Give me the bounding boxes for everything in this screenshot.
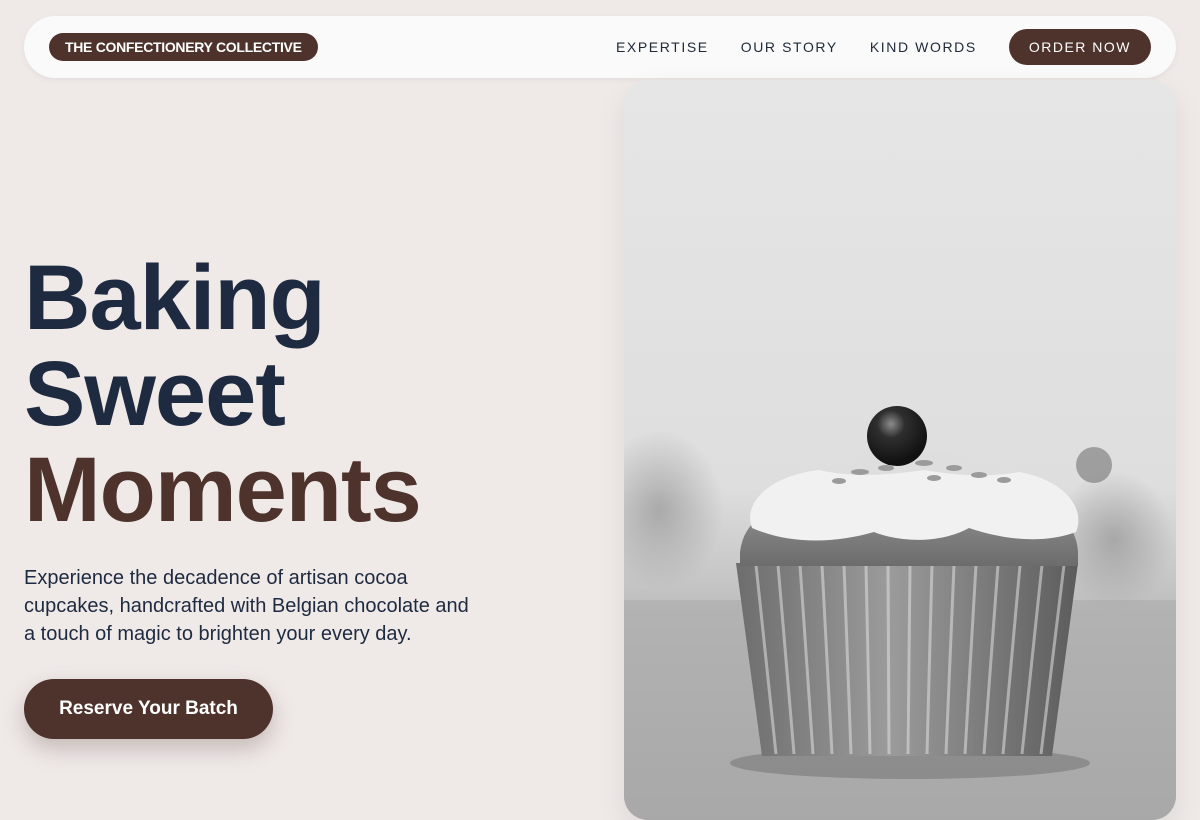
chocolate-ball-topping bbox=[867, 406, 927, 466]
nav-link-kind-words[interactable]: KIND WORDS bbox=[870, 39, 977, 55]
nav-link-our-story[interactable]: OUR STORY bbox=[741, 39, 838, 55]
order-now-button[interactable]: ORDER NOW bbox=[1008, 29, 1151, 65]
nav-links: EXPERTISE OUR STORY KIND WORDS ORDER NOW bbox=[616, 29, 1151, 65]
hero-title: Baking Sweet Moments bbox=[24, 247, 422, 541]
brand-logo[interactable]: THE CONFECTIONERY COLLECTIVE bbox=[49, 33, 318, 61]
hero-title-line-1: Baking bbox=[24, 247, 326, 349]
blurred-cupcake-left bbox=[624, 430, 724, 590]
reserve-batch-button[interactable]: Reserve Your Batch bbox=[24, 679, 273, 739]
top-nav: THE CONFECTIONERY COLLECTIVE EXPERTISE O… bbox=[24, 16, 1176, 78]
cupcake-illustration bbox=[624, 406, 1176, 820]
hero-description: Experience the decadence of artisan coco… bbox=[24, 567, 469, 645]
blurred-topping bbox=[1076, 447, 1112, 483]
cupcake-photo bbox=[624, 80, 1176, 820]
hero-title-line-2: Sweet bbox=[24, 343, 286, 445]
nav-link-expertise[interactable]: EXPERTISE bbox=[616, 39, 709, 55]
hero-title-line-3: Moments bbox=[24, 439, 422, 541]
